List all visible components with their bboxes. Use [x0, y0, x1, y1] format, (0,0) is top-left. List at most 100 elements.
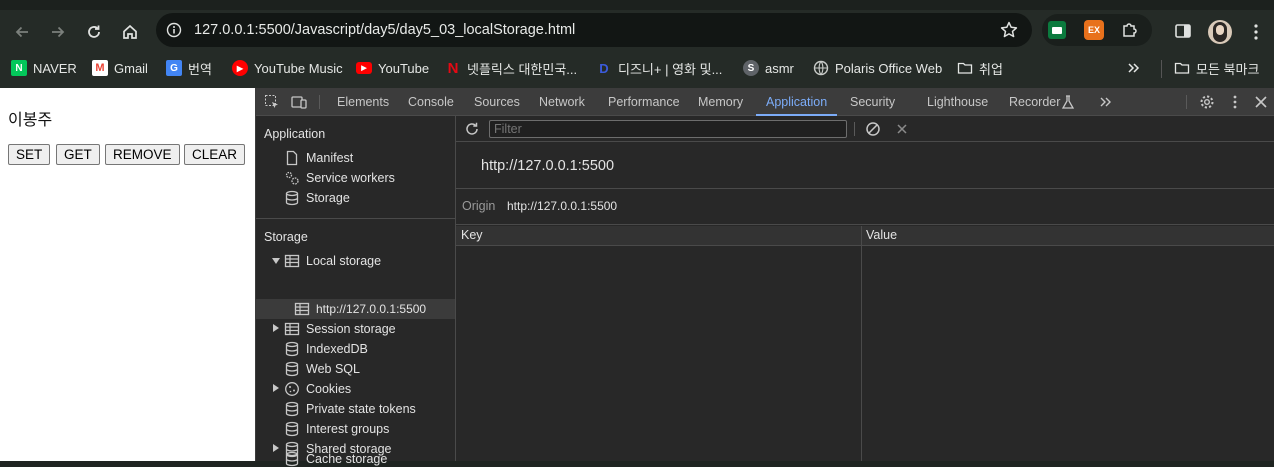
globe-icon [813, 60, 829, 76]
bookmark-label: NAVER [33, 60, 77, 76]
tab-recorder[interactable]: Recorder [1009, 88, 1060, 116]
folder-icon [1174, 62, 1190, 74]
tab-console[interactable]: Console [408, 88, 454, 116]
side-panel-icon[interactable] [1174, 22, 1192, 40]
tab-memory[interactable]: Memory [698, 88, 743, 116]
set-button[interactable]: SET [8, 144, 51, 165]
reload-button[interactable] [80, 18, 108, 46]
all-bookmarks-label: 모든 북마크 [1196, 61, 1260, 77]
column-header-key[interactable]: Key [461, 228, 483, 242]
bookmark-gmail[interactable]: M Gmail [92, 54, 148, 82]
sidebar-item-label: Cache storage [306, 452, 388, 466]
url-text[interactable]: 127.0.0.1:5500/Javascript/day5/day5_03_l… [194, 13, 575, 47]
bookmarks-overflow-button[interactable] [1127, 54, 1141, 82]
filter-input[interactable] [489, 120, 847, 138]
sidebar-item-indexeddb[interactable]: IndexedDB [284, 339, 368, 359]
sidebar-item-websql[interactable]: Web SQL [284, 359, 360, 379]
home-button[interactable] [116, 18, 144, 46]
expand-triangle-open-icon[interactable] [272, 258, 280, 264]
clear-button[interactable]: CLEAR [184, 144, 246, 165]
remove-button[interactable]: REMOVE [105, 144, 180, 165]
bookmark-label: 디즈니+ | 영화 및... [618, 61, 723, 77]
youtube-music-icon: ▶ [232, 60, 248, 76]
bookmark-polaris[interactable]: Polaris Office Web [813, 54, 942, 82]
sidebar-item-local-origin[interactable]: http://127.0.0.1:5500 [294, 299, 426, 319]
application-sidebar: Application Manifest Service workers Sto… [256, 116, 456, 467]
sidebar-item-label: Storage [306, 191, 350, 205]
arrow-left-icon [15, 26, 28, 38]
browser-toolbar: 127.0.0.1:5500/Javascript/day5/day5_03_l… [0, 10, 1274, 54]
bookmark-youtube-music[interactable]: ▶ YouTube Music [232, 54, 343, 82]
web-page: 이봉주 SET GET REMOVE CLEAR [0, 88, 255, 461]
sidebar-item-cookies[interactable]: Cookies [284, 379, 351, 399]
more-vertical-icon[interactable] [1248, 22, 1264, 42]
sidebar-item-manifest[interactable]: Manifest [284, 148, 353, 168]
table-icon [284, 322, 300, 336]
bookmark-netflix[interactable]: N 넷플릭스 대한민국... [445, 54, 578, 82]
sidebar-item-service-workers[interactable]: Service workers [284, 168, 395, 188]
bookmark-disney[interactable]: D 디즈니+ | 영화 및... [596, 54, 722, 82]
bookmark-label: YouTube Music [254, 60, 343, 76]
close-devtools-icon[interactable] [1253, 94, 1269, 110]
column-divider[interactable] [861, 226, 862, 461]
bookmark-youtube[interactable]: ▶ YouTube [356, 54, 429, 82]
kebab-menu-icon[interactable] [1227, 94, 1243, 110]
sidebar-item-label: Manifest [306, 151, 354, 165]
extension-flag-icon[interactable] [1048, 21, 1066, 39]
site-info-icon[interactable] [166, 22, 182, 38]
sidebar-item-session-storage[interactable]: Session storage [284, 319, 396, 339]
profile-avatar[interactable] [1208, 20, 1232, 44]
bookmarks-bar: N NAVER M Gmail G 번역 ▶ YouTube Music ▶ Y… [0, 54, 1274, 88]
sidebar-item-private-state-tokens[interactable]: Private state tokens [284, 399, 416, 419]
refresh-icon[interactable] [464, 121, 480, 137]
expand-triangle-closed-icon[interactable] [273, 324, 279, 332]
delete-selected-icon[interactable] [895, 122, 909, 136]
database-icon [285, 361, 299, 377]
inspect-element-icon[interactable] [264, 94, 280, 110]
tab-performance[interactable]: Performance [608, 88, 680, 116]
all-bookmarks-button[interactable]: 모든 북마크 [1174, 54, 1259, 82]
more-tabs-icon[interactable] [1098, 94, 1114, 110]
settings-gear-icon[interactable] [1199, 94, 1215, 110]
tab-security[interactable]: Security [850, 88, 895, 116]
device-toolbar-icon[interactable] [291, 94, 307, 110]
sidebar-item-label: Web SQL [306, 362, 360, 376]
tab-application[interactable]: Application [756, 88, 838, 116]
bookmark-star-icon[interactable] [999, 20, 1019, 40]
sidebar-item-label: IndexedDB [306, 342, 368, 356]
address-bar[interactable]: 127.0.0.1:5500/Javascript/day5/day5_03_l… [156, 13, 1032, 47]
extension-ex-icon[interactable]: EX [1084, 20, 1104, 40]
table-icon [284, 254, 300, 268]
disney-icon: D [599, 60, 609, 76]
toolbar-divider [854, 122, 855, 136]
expand-triangle-closed-icon[interactable] [273, 384, 279, 392]
tab-elements[interactable]: Elements [337, 88, 389, 116]
flask-icon [1061, 95, 1075, 109]
extensions-group: EX [1042, 14, 1152, 46]
sidebar-item-local-storage[interactable]: Local storage [284, 251, 381, 271]
table-icon [294, 302, 310, 316]
bookmark-naver[interactable]: N NAVER [11, 54, 77, 82]
sidebar-item-storage[interactable]: Storage [284, 188, 350, 208]
column-header-value[interactable]: Value [866, 228, 897, 242]
bookmark-label: 넷플릭스 대한민국... [467, 61, 578, 77]
expand-triangle-closed-icon[interactable] [273, 444, 279, 452]
puzzle-icon[interactable] [1120, 20, 1140, 40]
bookmark-asmr[interactable]: S asmr [743, 54, 794, 82]
clear-all-icon[interactable] [865, 121, 881, 137]
bookmark-translate[interactable]: G 번역 [166, 54, 212, 82]
reload-icon [88, 25, 100, 38]
netflix-icon: N [447, 59, 459, 77]
get-button[interactable]: GET [56, 144, 100, 165]
tab-lighthouse[interactable]: Lighthouse [927, 88, 988, 116]
database-icon [285, 341, 299, 357]
tab-network[interactable]: Network [539, 88, 585, 116]
chevron-double-right-icon [1128, 63, 1140, 73]
filter-toolbar [456, 116, 1274, 142]
sidebar-item-interest-groups[interactable]: Interest groups [284, 419, 389, 439]
tab-sources[interactable]: Sources [474, 88, 520, 116]
database-icon [285, 190, 299, 206]
back-button[interactable] [8, 18, 36, 46]
forward-button[interactable] [44, 18, 72, 46]
bookmark-folder-job[interactable]: 취업 [957, 54, 1003, 82]
